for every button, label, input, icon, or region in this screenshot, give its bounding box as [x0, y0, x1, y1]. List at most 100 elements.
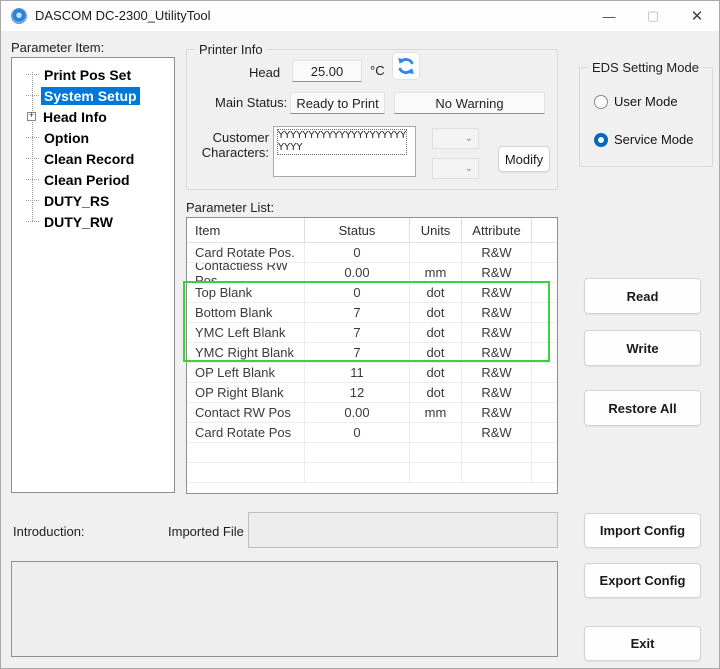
column-header-units: Units: [410, 218, 462, 242]
column-header-spacer: [532, 218, 557, 242]
title-bar: DASCOM DC-2300_UtilityTool — ▢ ✕: [1, 1, 719, 31]
table-row[interactable]: Bottom Blank7dotR&W: [187, 303, 557, 323]
introduction-box: [11, 561, 558, 657]
radio-service-mode[interactable]: Service Mode: [594, 132, 693, 147]
import-config-button[interactable]: Import Config: [584, 513, 701, 548]
cell: dot: [410, 343, 462, 362]
tree-item-label: Clean Record: [41, 150, 137, 168]
customer-char-dropdown-1[interactable]: ⌄: [432, 128, 479, 149]
cell: [410, 463, 462, 482]
tree-item-label: System Setup: [41, 87, 140, 105]
parameter-list-label: Parameter List:: [186, 200, 274, 215]
cell: mm: [410, 263, 462, 282]
cell: R&W: [462, 423, 532, 442]
cell: R&W: [462, 343, 532, 362]
tree-item-duty-rw[interactable]: DUTY_RW: [12, 211, 174, 232]
cell: Card Rotate Pos: [187, 423, 305, 442]
cell: 7: [305, 343, 410, 362]
parameter-tree: Print Pos Set System Setup+Head InfoOptio…: [12, 58, 174, 492]
cell: [305, 443, 410, 462]
table-row[interactable]: OP Right Blank12dotR&W: [187, 383, 557, 403]
head-label: Head: [249, 65, 280, 80]
warning-status-value: No Warning: [394, 92, 545, 114]
tree-connector: [26, 200, 39, 201]
table-row[interactable]: Contactless RW Pos0.00mmR&W: [187, 263, 557, 283]
write-button[interactable]: Write: [584, 330, 701, 366]
cell: R&W: [462, 383, 532, 402]
table-row[interactable]: Top Blank0dotR&W: [187, 283, 557, 303]
tree-item-duty-rs[interactable]: DUTY_RS: [12, 190, 174, 211]
table-header-row: ItemStatusUnitsAttribute: [187, 218, 557, 243]
cell: R&W: [462, 403, 532, 422]
table-row[interactable]: YMC Right Blank7dotR&W: [187, 343, 557, 363]
modify-button[interactable]: Modify: [498, 146, 550, 172]
tree-item-system-setup[interactable]: System Setup: [12, 85, 174, 106]
cell: 0: [305, 243, 410, 262]
cell: [462, 463, 532, 482]
tree-item-clean-record[interactable]: Clean Record: [12, 148, 174, 169]
eds-setting-title: EDS Setting Mode: [588, 60, 703, 75]
tree-connector: [26, 221, 39, 222]
cell: dot: [410, 323, 462, 342]
cell: R&W: [462, 243, 532, 262]
cell: [532, 323, 557, 342]
table-row-empty: [187, 463, 557, 483]
tree-item-label: DUTY_RW: [41, 213, 116, 231]
cell: 7: [305, 303, 410, 322]
customer-char-dropdown-2[interactable]: ⌄: [432, 158, 479, 179]
parameter-tree-panel: Print Pos Set System Setup+Head InfoOptio…: [11, 57, 175, 493]
cell: [305, 463, 410, 482]
cell: [532, 443, 557, 462]
cell: dot: [410, 363, 462, 382]
tree-item-label: Clean Period: [41, 171, 133, 189]
expand-icon[interactable]: +: [27, 112, 36, 121]
cell: [187, 443, 305, 462]
imported-file-field[interactable]: [248, 512, 558, 548]
radio-unselected-icon[interactable]: [594, 95, 608, 109]
cell: 11: [305, 363, 410, 382]
tree-item-option[interactable]: Option: [12, 127, 174, 148]
cell: Bottom Blank: [187, 303, 305, 322]
cell: [410, 243, 462, 262]
table-row[interactable]: OP Left Blank11dotR&W: [187, 363, 557, 383]
tree-item-print-pos-set[interactable]: Print Pos Set: [12, 64, 174, 85]
table-row[interactable]: Card Rotate Pos0R&W: [187, 423, 557, 443]
minimize-button[interactable]: —: [587, 1, 631, 31]
parameter-table[interactable]: ItemStatusUnitsAttribute Card Rotate Pos…: [186, 217, 558, 494]
customer-characters-box[interactable]: YYYYYYYYYYYYYYYYYYYYY YYYY: [273, 126, 416, 177]
tree-connector: [26, 74, 39, 75]
refresh-button[interactable]: [392, 52, 420, 80]
radio-user-mode[interactable]: User Mode: [594, 94, 678, 109]
export-config-button[interactable]: Export Config: [584, 563, 701, 598]
cell: Contact RW Pos: [187, 403, 305, 422]
tree-item-clean-period[interactable]: Clean Period: [12, 169, 174, 190]
table-row[interactable]: YMC Left Blank7dotR&W: [187, 323, 557, 343]
exit-button[interactable]: Exit: [584, 626, 701, 661]
radio-label: Service Mode: [614, 132, 693, 147]
cell: [532, 303, 557, 322]
close-button[interactable]: ✕: [675, 1, 719, 31]
radio-selected-icon[interactable]: [594, 133, 608, 147]
cell: OP Right Blank: [187, 383, 305, 402]
table-row-empty: [187, 443, 557, 463]
restore-all-button[interactable]: Restore All: [584, 390, 701, 426]
main-status-value: Ready to Print: [290, 92, 385, 114]
refresh-icon: [396, 56, 416, 76]
app-window: DASCOM DC-2300_UtilityTool — ▢ ✕ Paramet…: [0, 0, 720, 669]
chevron-down-icon: ⌄: [465, 133, 473, 144]
read-button[interactable]: Read: [584, 278, 701, 314]
cell: dot: [410, 303, 462, 322]
table-row[interactable]: Card Rotate Pos.0R&W: [187, 243, 557, 263]
chevron-down-icon: ⌄: [465, 163, 473, 174]
tree-item-label: DUTY_RS: [41, 192, 112, 210]
tree-item-head-info[interactable]: +Head Info: [12, 106, 174, 127]
cell: YMC Right Blank: [187, 343, 305, 362]
cell: 7: [305, 323, 410, 342]
maximize-button[interactable]: ▢: [631, 1, 675, 31]
parameter-item-label: Parameter Item:: [11, 40, 104, 55]
table-row[interactable]: Contact RW Pos0.00mmR&W: [187, 403, 557, 423]
cell: R&W: [462, 303, 532, 322]
tree-connector: [26, 179, 39, 180]
radio-label: User Mode: [614, 94, 678, 109]
cell: YMC Left Blank: [187, 323, 305, 342]
